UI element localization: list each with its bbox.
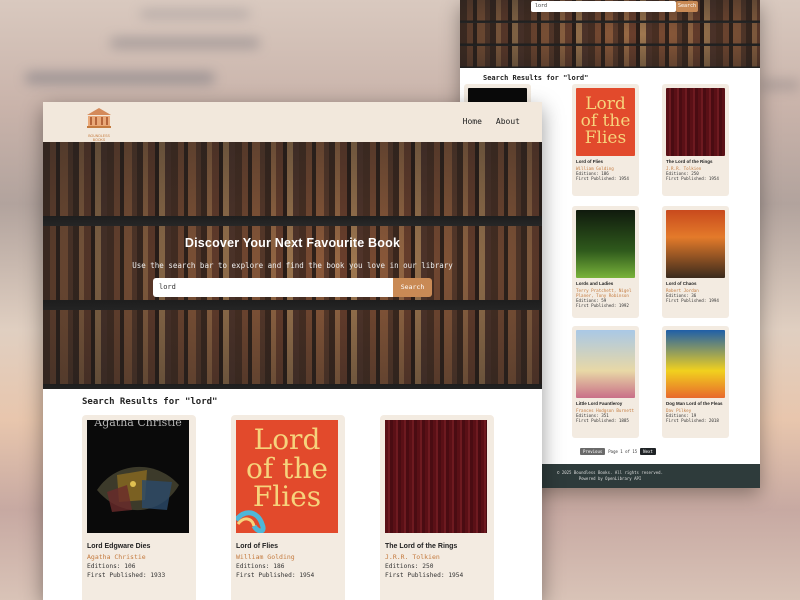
book-title: Lord of Flies (576, 159, 603, 164)
book-cover (666, 88, 725, 156)
book-card[interactable]: The Lord of the Rings J.R.R. Tolkien Edi… (380, 415, 494, 600)
book-title: Lord Edgware Dies (87, 543, 151, 550)
results-heading: Search Results for "lord" (82, 397, 218, 407)
logo[interactable]: BOUNDLESS BOOKS (83, 107, 115, 142)
book-published: First Published: 1992 (576, 303, 629, 308)
search-input[interactable]: lord (153, 278, 393, 297)
book-author: J.R.R. Tolkien (385, 553, 440, 561)
library-building-icon (87, 108, 111, 128)
book-published: First Published: 2018 (666, 418, 719, 423)
nav-links: Home About (463, 117, 520, 126)
book-author: Agatha Christie (87, 553, 146, 561)
book-card[interactable]: Dog Man Lord of the Fleas Dav Pilkey Edi… (662, 326, 729, 438)
page-indicator: Page 1 of 15 (608, 449, 638, 454)
hero-subtitle: Use the search bar to explore and find t… (132, 261, 453, 270)
book-title: Dog Man Lord of the Fleas (666, 401, 723, 406)
book-card[interactable]: Agatha Christie Lord Edgware Dies Agatha… (82, 415, 196, 600)
pagination: Previous Page 1 of 15 Next (580, 448, 656, 455)
book-editions: Editions: 250 (385, 563, 434, 570)
book-published: First Published: 1954 (576, 176, 629, 181)
book-author: Terry Pratchett, Nigel Planer, Tony Robi… (576, 288, 632, 298)
book-card[interactable]: Lord of the Flies Lord of Flies William Go… (231, 415, 345, 600)
background-blur (760, 80, 800, 90)
nav-home-link[interactable]: Home (463, 117, 482, 126)
book-published: First Published: 1954 (385, 572, 464, 579)
book-title: Lord of Chaos (666, 281, 697, 286)
book-card[interactable]: Little Lord Fauntleroy Frances Hodgson B… (572, 326, 639, 438)
book-title: The Lord of the Rings (666, 159, 713, 164)
hero-title: Discover Your Next Favourite Book (184, 236, 401, 250)
book-title: Lords and Ladies (576, 281, 614, 286)
front-window-screenshot: BOUNDLESS BOOKS Home About Discover Your… (43, 102, 542, 600)
book-cover (385, 420, 487, 533)
search-input[interactable]: lord (531, 1, 676, 12)
background-blur (110, 38, 260, 48)
hero-section: Discover Your Next Favourite Book Use th… (43, 142, 542, 389)
book-author: William Golding (236, 553, 295, 561)
book-cover: Lord of the Flies (576, 88, 635, 156)
book-title: The Lord of the Rings (385, 543, 458, 550)
book-editions: Editions: 186 (236, 563, 285, 570)
book-cover: Lord of the Flies (236, 420, 338, 533)
search-button[interactable]: Search (676, 1, 698, 12)
book-cover (666, 330, 725, 398)
book-published: First Published: 1954 (666, 176, 719, 181)
book-title: Little Lord Fauntleroy (576, 401, 623, 406)
book-card[interactable]: Lord of the Flies Lord of Flies William Go… (572, 84, 639, 196)
book-editions: Editions: 106 (87, 563, 136, 570)
book-cover (576, 330, 635, 398)
cover-illustration (236, 510, 266, 533)
cover-illustration (97, 466, 179, 512)
navbar: BOUNDLESS BOOKS Home About (43, 102, 542, 142)
book-cover: Agatha Christie (87, 420, 189, 533)
book-cover (576, 210, 635, 278)
book-cover (666, 210, 725, 278)
nav-about-link[interactable]: About (496, 117, 520, 126)
book-published: First Published: 1885 (576, 418, 629, 423)
search-bar: lord Search (531, 1, 698, 12)
book-card[interactable]: The Lord of the Rings J.R.R. Tolkien Edi… (662, 84, 729, 196)
background-blur (25, 72, 215, 84)
next-button[interactable]: Next (640, 448, 656, 455)
logo-text: BOUNDLESS BOOKS (88, 134, 110, 142)
results-heading: Search Results for "lord" (483, 74, 589, 82)
previous-button[interactable]: Previous (580, 448, 606, 455)
book-title: Lord of Flies (236, 543, 278, 550)
book-published: First Published: 1994 (666, 298, 719, 303)
book-card[interactable]: Lords and Ladies Terry Pratchett, Nigel … (572, 206, 639, 318)
background-blur (140, 10, 250, 18)
search-bar: lord Search (43, 278, 542, 297)
hero-overlay: Discover Your Next Favourite Book Use th… (43, 142, 542, 389)
book-published: First Published: 1933 (87, 572, 166, 579)
search-button[interactable]: Search (393, 278, 432, 297)
book-card[interactable]: Lord of Chaos Robert Jordan Editions: 36… (662, 206, 729, 318)
book-published: First Published: 1954 (236, 572, 315, 579)
